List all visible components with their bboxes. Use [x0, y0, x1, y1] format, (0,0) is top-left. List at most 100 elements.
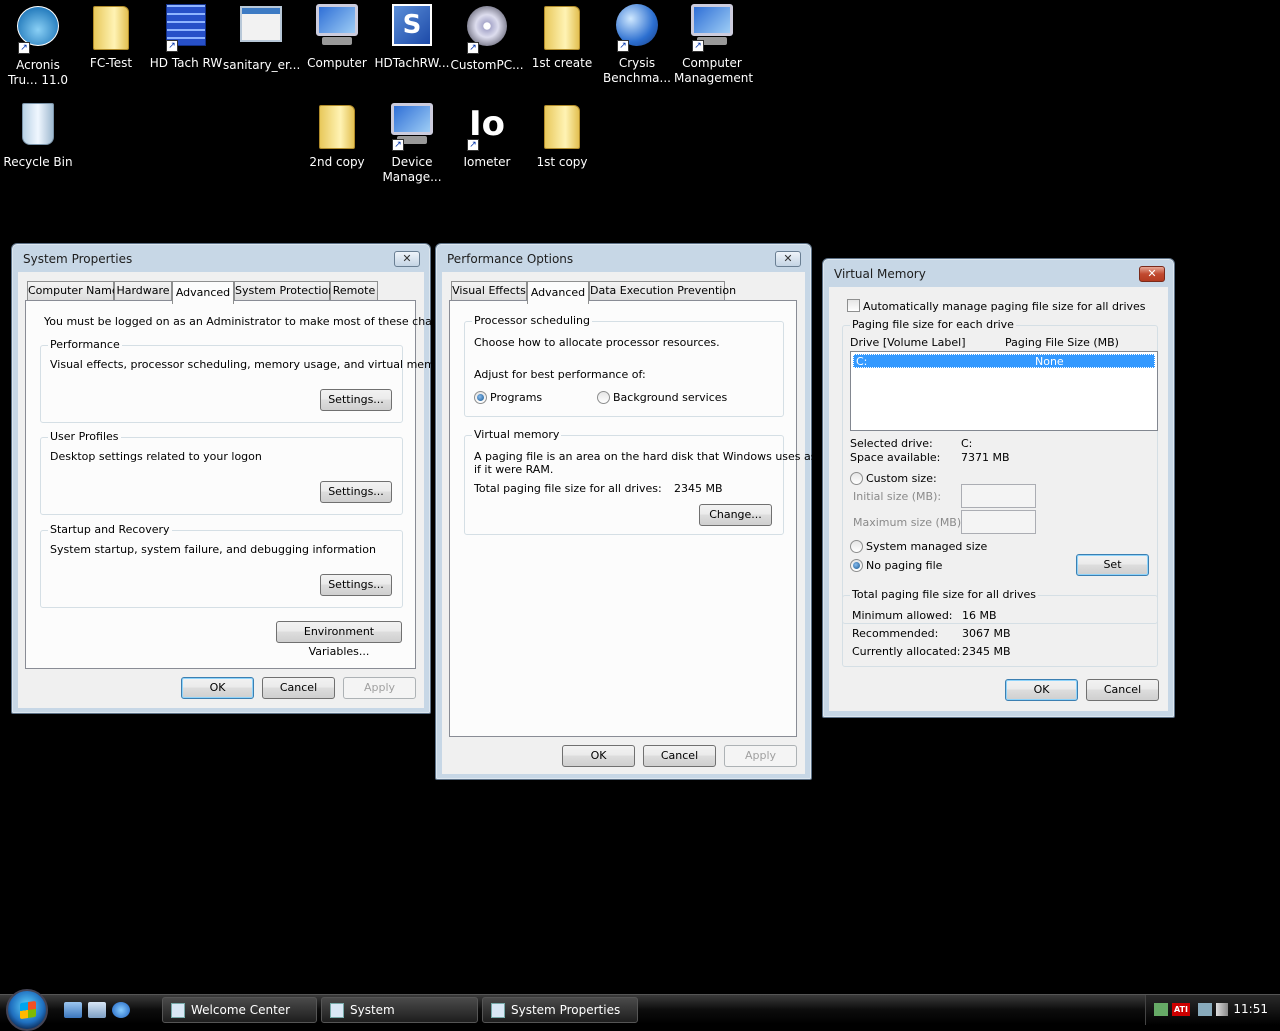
crysis-desktop-icon[interactable]: ↗ Crysis Benchma... [599, 2, 675, 86]
window-title: Performance Options [447, 252, 574, 266]
recommended-value: 3067 MB [962, 627, 1011, 640]
2nd-copy-desktop-icon[interactable]: 2nd copy [299, 101, 375, 170]
taskbar-button-system-properties[interactable]: System Properties [482, 997, 638, 1023]
desktop-icon-label: HDTachRW... [374, 56, 450, 70]
fc-test-desktop-icon[interactable]: FC-Test [73, 2, 149, 71]
recycle-bin-desktop-icon[interactable]: Recycle Bin [0, 101, 76, 170]
device-manager-desktop-icon[interactable]: ↗ Device Manage... [374, 101, 450, 185]
group-label: User Profiles [48, 430, 121, 443]
drive-list-row[interactable]: C: None [853, 354, 1155, 368]
volume-tray-icon[interactable] [1216, 1003, 1228, 1016]
cancel-button[interactable]: Cancel [262, 677, 335, 699]
window-client: Visual Effects Advanced Data Execution P… [442, 272, 817, 774]
no-paging-file-radio[interactable] [850, 559, 863, 572]
custom-size-radio[interactable] [850, 472, 863, 485]
taskbar-button-label: System [350, 1003, 395, 1017]
cancel-button[interactable]: Cancel [643, 745, 716, 767]
performance-group: Performance Visual effects, processor sc… [40, 338, 453, 423]
space-available-value: 7371 MB [961, 451, 1010, 464]
apply-button[interactable]: Apply [724, 745, 797, 767]
taskbar-button-welcome-center[interactable]: Welcome Center [162, 997, 317, 1023]
ok-button[interactable]: OK [181, 677, 254, 699]
folder-icon [93, 6, 129, 50]
system-properties-icon [491, 1003, 505, 1018]
clock[interactable]: 11:51 [1233, 1002, 1268, 1016]
tab-computer-name[interactable]: Computer Name [27, 281, 119, 301]
apply-button[interactable]: Apply [343, 677, 416, 699]
1st-copy-desktop-icon[interactable]: 1st copy [524, 101, 600, 170]
switch-windows-icon[interactable] [88, 1002, 106, 1018]
close-button[interactable]: ✕ [1139, 266, 1165, 282]
window-client: Computer Name Hardware Advanced System P… [18, 272, 462, 708]
tab-visual-effects[interactable]: Visual Effects [451, 281, 527, 301]
sanitary-desktop-icon[interactable]: sanitary_er... [223, 2, 301, 73]
1st-create-desktop-icon[interactable]: 1st create [524, 2, 600, 71]
custompc-desktop-icon[interactable]: ↗ CustomPC... [449, 2, 525, 73]
user-profiles-settings-button[interactable]: Settings... [320, 481, 392, 503]
folder-icon [544, 6, 580, 50]
no-paging-file-label: No paging file [866, 559, 943, 572]
iometer-desktop-icon[interactable]: Io ↗ Iometer [449, 101, 525, 170]
maximum-size-label: Maximum size (MB): [853, 516, 965, 529]
desktop-icon-label: sanitary_er... [223, 58, 301, 72]
programs-radio[interactable] [474, 391, 487, 404]
desktop-icon-label: 2nd copy [309, 155, 365, 169]
virtual-memory-group: Virtual memory A paging file is an area … [464, 428, 817, 535]
virtual-memory-window: Virtual Memory ✕ Automatically manage pa… [822, 258, 1175, 718]
system-tray: ATI 11:51 [1145, 995, 1280, 1025]
folder-icon [544, 105, 580, 149]
tab-hardware[interactable]: Hardware [114, 281, 172, 301]
desktop-icon-label: 1st copy [536, 155, 588, 169]
vm-description-line1: A paging file is an area on the hard dis… [474, 450, 817, 463]
device-manager-icon [391, 103, 433, 135]
desktop-icon-label: Iometer [463, 155, 511, 169]
ok-button[interactable]: OK [1005, 679, 1078, 701]
performance-settings-button[interactable]: Settings... [320, 389, 392, 411]
set-button[interactable]: Set [1076, 554, 1149, 576]
change-button[interactable]: Change... [699, 504, 772, 526]
desktop-icon-label: Acronis Tru... 11.0 [7, 58, 69, 87]
window-client: Automatically manage paging file size fo… [829, 287, 1168, 711]
desktop-icon-label: Recycle Bin [3, 155, 73, 169]
computer-desktop-icon[interactable]: Computer [299, 2, 375, 71]
tab-system-protection[interactable]: System Protection [234, 281, 335, 301]
network-tray-icon[interactable] [1154, 1003, 1168, 1016]
tab-data-execution-prevention[interactable]: Data Execution Prevention [589, 281, 736, 301]
close-button[interactable]: ✕ [394, 251, 420, 267]
taskbar-button-system[interactable]: System [321, 997, 478, 1023]
welcome-center-icon [171, 1003, 185, 1018]
folder-icon [319, 105, 355, 149]
cancel-button[interactable]: Cancel [1086, 679, 1159, 701]
group-description: Choose how to allocate processor resourc… [474, 336, 720, 349]
background-services-label: Background services [613, 391, 728, 404]
close-button[interactable]: ✕ [775, 251, 801, 267]
desktop-icon-label: Computer Management [674, 56, 754, 85]
start-button[interactable] [6, 989, 48, 1031]
tab-remote[interactable]: Remote [330, 281, 378, 301]
hd-tach-rw-desktop-icon[interactable]: ↗ HD Tach RW [148, 2, 224, 71]
auto-manage-checkbox[interactable] [847, 299, 860, 312]
show-desktop-icon[interactable] [64, 1002, 82, 1018]
ok-button[interactable]: OK [562, 745, 635, 767]
background-services-radio[interactable] [597, 391, 610, 404]
system-managed-radio[interactable] [850, 540, 863, 553]
tab-advanced[interactable]: Advanced [172, 281, 234, 304]
tab-advanced[interactable]: Advanced [527, 281, 589, 304]
drive-list[interactable]: C: None [850, 351, 1158, 431]
system-icon [330, 1003, 344, 1018]
computer-management-desktop-icon[interactable]: ↗ Computer Management [674, 2, 754, 86]
monitor-tray-icon[interactable] [1198, 1003, 1212, 1016]
hdtachrw-desktop-icon[interactable]: S HDTachRW... [374, 2, 450, 71]
desktop-icon-label: HD Tach RW [149, 56, 223, 70]
internet-explorer-icon[interactable] [112, 1002, 130, 1018]
document-icon [240, 6, 282, 42]
ati-tray-icon[interactable]: ATI [1172, 1003, 1190, 1016]
acronis-desktop-icon[interactable]: ↗ Acronis Tru... 11.0 [0, 2, 76, 88]
initial-size-label: Initial size (MB): [853, 490, 942, 503]
initial-size-input[interactable] [961, 484, 1036, 508]
maximum-size-input[interactable] [961, 510, 1036, 534]
group-label: Total paging file size for all drives [850, 588, 1039, 601]
user-profiles-group: User Profiles Desktop settings related t… [40, 430, 403, 515]
environment-variables-button[interactable]: Environment Variables... [276, 621, 402, 658]
startup-settings-button[interactable]: Settings... [320, 574, 392, 596]
